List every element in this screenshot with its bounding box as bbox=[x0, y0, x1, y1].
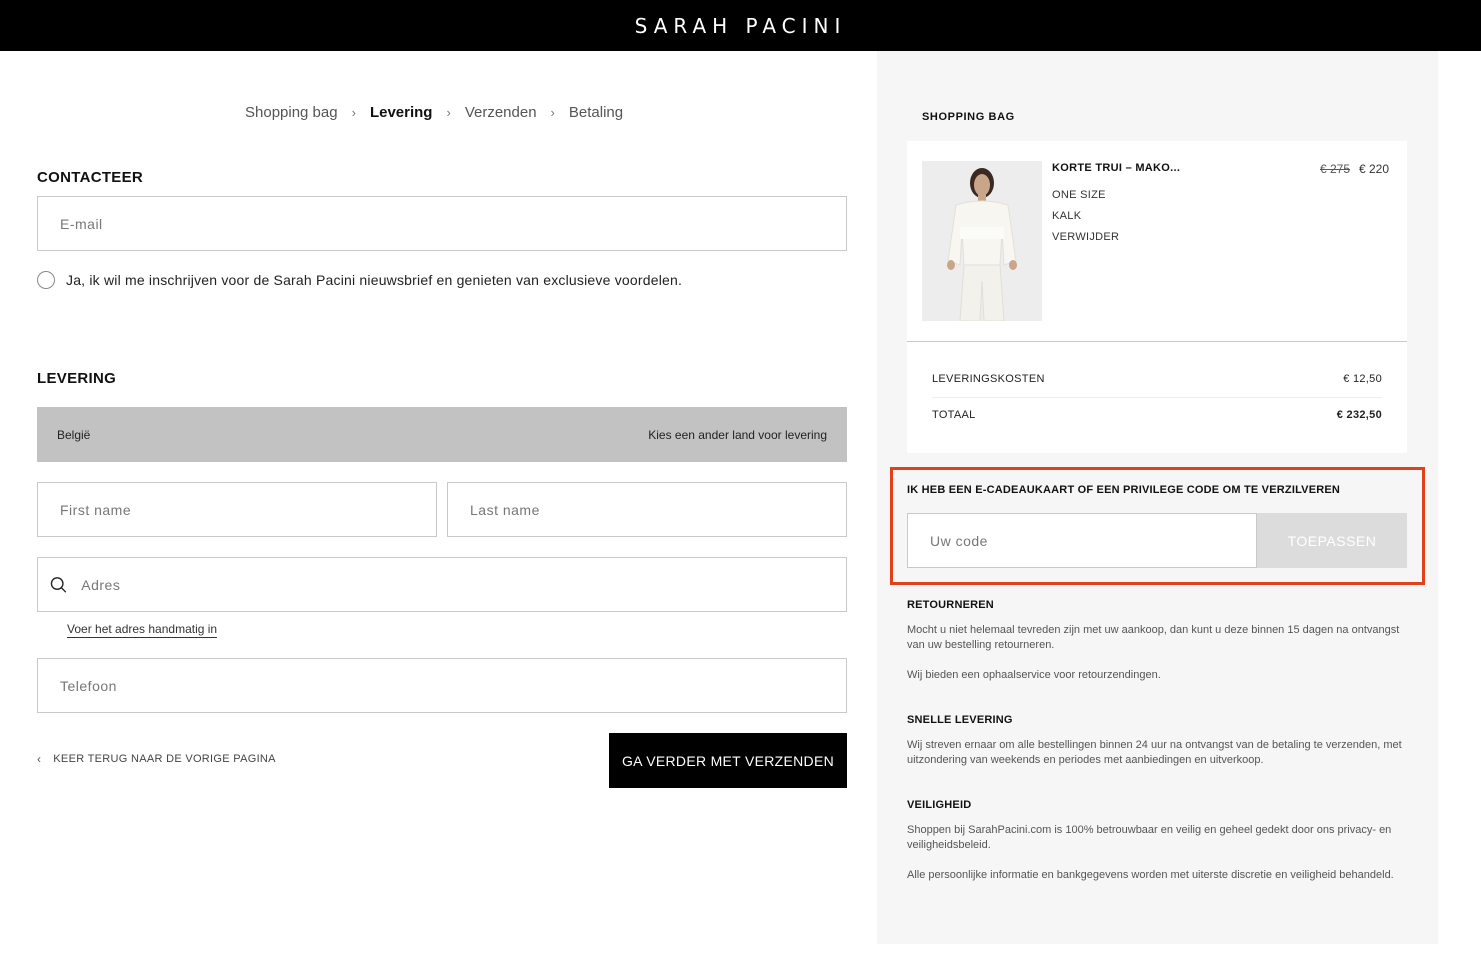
breadcrumb-shopping-bag[interactable]: Shopping bag bbox=[245, 104, 338, 121]
security-title: VEILIGHEID bbox=[907, 799, 972, 811]
newsletter-radio[interactable] bbox=[37, 271, 55, 289]
change-country-link[interactable]: Kies een ander land voor levering bbox=[648, 428, 827, 442]
total-value: € 232,50 bbox=[1336, 409, 1382, 421]
returns-title: RETOURNEREN bbox=[907, 599, 994, 611]
brand-logo[interactable]: SARAH PACINI bbox=[635, 14, 847, 38]
remove-item-link[interactable]: VERWIJDER bbox=[1052, 231, 1119, 243]
apply-code-button[interactable]: TOEPASSEN bbox=[1257, 513, 1407, 568]
newsletter-optin[interactable]: Ja, ik wil me inschrijven voor de Sarah … bbox=[37, 271, 682, 289]
product-price-old: € 275 bbox=[1320, 162, 1351, 176]
total-row: TOTAAL € 232,50 bbox=[932, 409, 1382, 421]
country-value: België bbox=[57, 427, 91, 442]
first-name-field[interactable] bbox=[37, 482, 437, 537]
returns-text-1: Mocht u niet helemaal tevreden zijn met … bbox=[907, 624, 1400, 651]
breadcrumb-separator: › bbox=[351, 105, 356, 120]
back-label: KEER TERUG NAAR DE VORIGE PAGINA bbox=[53, 753, 276, 765]
product-size: ONE SIZE bbox=[1052, 189, 1106, 201]
breadcrumb-verzenden: Verzenden bbox=[464, 104, 537, 121]
breadcrumb-separator: › bbox=[446, 105, 451, 120]
contact-title: CONTACTEER bbox=[37, 169, 144, 186]
summary-divider bbox=[932, 397, 1382, 398]
breadcrumb-separator: › bbox=[550, 105, 555, 120]
phone-input[interactable] bbox=[58, 676, 846, 695]
product-name[interactable]: KORTE TRUI – MAKO... bbox=[1052, 162, 1180, 174]
product-image[interactable] bbox=[922, 161, 1042, 321]
chevron-left-icon: ‹ bbox=[37, 752, 42, 766]
fast-delivery-text: Wij streven ernaar om alle bestellingen … bbox=[907, 739, 1402, 766]
address-input[interactable] bbox=[79, 575, 846, 594]
back-link[interactable]: ‹ KEER TERUG NAAR DE VORIGE PAGINA bbox=[37, 752, 276, 766]
last-name-input[interactable] bbox=[468, 500, 846, 519]
delivery-title: LEVERING bbox=[37, 370, 117, 387]
product-price-new: € 220 bbox=[1359, 162, 1390, 176]
card-divider bbox=[907, 341, 1407, 342]
newsletter-label: Ja, ik wil me inschrijven voor de Sarah … bbox=[66, 272, 683, 288]
email-input[interactable] bbox=[58, 214, 846, 233]
security-text-1: Shoppen bij SarahPacini.com is 100% betr… bbox=[907, 824, 1392, 851]
address-field[interactable] bbox=[37, 557, 847, 612]
country-selector[interactable]: België Kies een ander land voor levering bbox=[37, 407, 847, 462]
order-summary-panel: SHOPPING BAG KORTE TRUI – MAKO... € 275 … bbox=[877, 51, 1438, 944]
promo-label: IK HEB EEN E-CADEAUKAART OF EEN PRIVILEG… bbox=[907, 484, 1341, 496]
total-label: TOTAAL bbox=[932, 409, 976, 421]
product-color: KALK bbox=[1052, 210, 1082, 222]
manual-address-link[interactable]: Voer het adres handmatig in bbox=[67, 622, 218, 638]
last-name-field[interactable] bbox=[447, 482, 847, 537]
breadcrumb-betaling: Betaling bbox=[568, 104, 624, 121]
email-field[interactable] bbox=[37, 196, 847, 251]
promo-code-input[interactable] bbox=[928, 531, 1256, 550]
search-icon bbox=[50, 576, 67, 593]
shipping-cost-row: LEVERINGSKOSTEN € 12,50 bbox=[932, 373, 1382, 385]
breadcrumb-levering: Levering bbox=[369, 104, 433, 121]
shipping-cost-label: LEVERINGSKOSTEN bbox=[932, 373, 1045, 385]
security-text-2: Alle persoonlijke informatie en bankgege… bbox=[907, 869, 1394, 881]
header-bar: SARAH PACINI bbox=[0, 0, 1481, 51]
promo-code-field[interactable] bbox=[907, 513, 1257, 568]
returns-text-2: Wij bieden een ophaalservice voor retour… bbox=[907, 669, 1161, 681]
continue-to-shipping-button[interactable]: GA VERDER MET VERZENDEN bbox=[609, 733, 847, 788]
product-photo-icon bbox=[922, 161, 1042, 321]
first-name-input[interactable] bbox=[58, 500, 436, 519]
shipping-cost-value: € 12,50 bbox=[1343, 373, 1382, 385]
phone-field[interactable] bbox=[37, 658, 847, 713]
bag-card: KORTE TRUI – MAKO... € 275 € 220 ONE SIZ… bbox=[907, 141, 1407, 453]
breadcrumb: Shopping bag › Levering › Verzenden › Be… bbox=[245, 104, 623, 121]
shopping-bag-title: SHOPPING BAG bbox=[922, 111, 1015, 123]
fast-delivery-title: SNELLE LEVERING bbox=[907, 714, 1013, 726]
